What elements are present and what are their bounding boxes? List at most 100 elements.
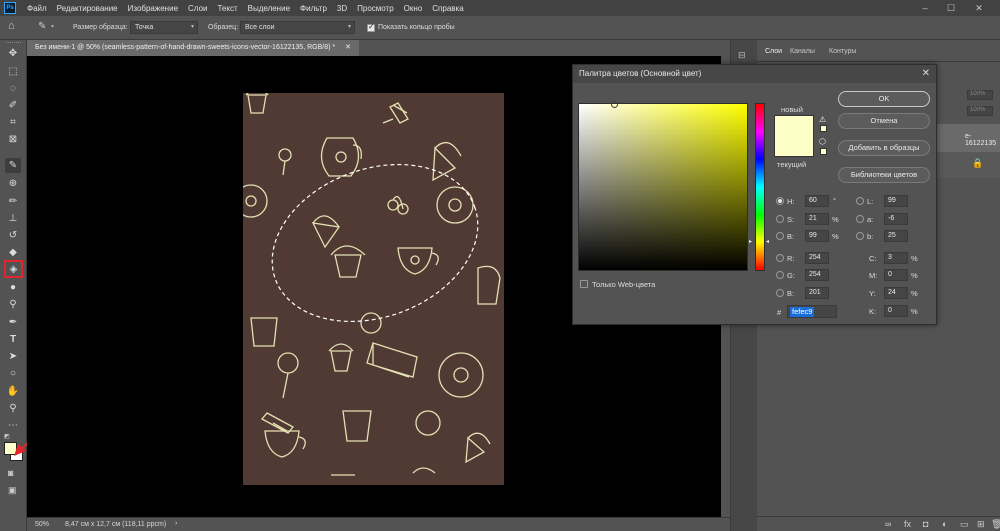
out-of-gamut-warning-icon[interactable]: ⚠ <box>819 115 826 124</box>
brush-tool-icon[interactable]: ✏ <box>5 194 21 209</box>
shape-tool-icon[interactable]: ○ <box>5 366 21 381</box>
hex-input[interactable]: fefec9 <box>787 305 837 318</box>
menu-layers[interactable]: Слои <box>183 4 212 13</box>
menu-type[interactable]: Текст <box>212 4 242 13</box>
menu-help[interactable]: Справка <box>427 4 468 13</box>
ok-button[interactable]: OK <box>838 91 930 107</box>
screen-mode-icon[interactable]: ▣ <box>8 485 17 496</box>
red-input[interactable]: 254 <box>805 252 829 264</box>
new-layer-icon[interactable]: ⊞ <box>977 519 985 530</box>
web-safe-cube-icon[interactable]: ⬡ <box>819 137 826 146</box>
close-icon[interactable]: ✕ <box>922 65 930 83</box>
only-web-colors-checkbox[interactable] <box>580 280 588 288</box>
hand-tool-icon[interactable]: ✋ <box>5 384 21 399</box>
adjustment-layer-icon[interactable]: ◐ <box>942 519 947 529</box>
crop-tool-icon[interactable]: ⌗ <box>5 115 21 130</box>
hue-left-arrow-icon[interactable]: ▸ <box>749 238 752 245</box>
artwork-sweets-pattern[interactable] <box>243 93 504 485</box>
frame-tool-icon[interactable]: ⊠ <box>5 132 21 147</box>
spot-heal-icon[interactable]: ⊕ <box>5 176 21 191</box>
zoom-level[interactable]: 50% <box>35 521 49 528</box>
document-tab[interactable]: Без имени-1 @ 50% (seamless-pattern-of-h… <box>27 40 359 56</box>
b-channel-input[interactable]: 25 <box>884 230 908 242</box>
sample-size-select[interactable]: Точка ▾ <box>130 21 198 34</box>
hue-input[interactable]: 60 <box>805 195 829 207</box>
toolbar-grip[interactable] <box>6 42 21 45</box>
lasso-tool-icon[interactable]: ◌ <box>5 81 21 96</box>
properties-panel-icon[interactable]: ⊟ <box>738 50 746 61</box>
link-layers-icon[interactable]: ∞ <box>885 519 891 529</box>
hue-right-arrow-icon[interactable]: ◂ <box>766 238 769 245</box>
clone-stamp-icon[interactable]: ⊥ <box>5 211 21 226</box>
tab-channels[interactable]: Каналы <box>790 48 815 55</box>
maximize-icon[interactable]: ☐ <box>940 0 962 16</box>
fx-icon[interactable]: fx <box>904 519 911 529</box>
menu-filter[interactable]: Фильтр <box>295 4 332 13</box>
home-icon[interactable]: ⌂ <box>8 20 15 32</box>
fill-field[interactable]: 100% <box>967 106 993 116</box>
black-input[interactable]: 0 <box>884 305 908 317</box>
brightness-radio[interactable] <box>776 232 784 240</box>
red-radio[interactable] <box>776 254 784 262</box>
minimize-icon[interactable]: – <box>914 0 936 16</box>
eyedropper-tool-icon[interactable]: ✎ <box>5 158 21 173</box>
color-picker-cursor[interactable] <box>611 101 618 108</box>
dodge-tool-icon[interactable]: ⚲ <box>5 297 21 312</box>
a-channel-input[interactable]: -6 <box>884 213 908 225</box>
menu-bar: Ps Файл Редактирование Изображение Слои … <box>0 0 1000 16</box>
chevron-down-icon[interactable]: ▾ <box>51 23 54 30</box>
tab-paths[interactable]: Контуры <box>829 48 856 55</box>
gamut-color-swatch[interactable] <box>820 125 827 132</box>
green-radio[interactable] <box>776 271 784 279</box>
close-tab-icon[interactable]: ✕ <box>345 44 351 51</box>
tab-layers[interactable]: Слои <box>765 48 782 55</box>
menu-3d[interactable]: 3D <box>332 4 352 13</box>
brightness-input[interactable]: 99 <box>805 230 829 242</box>
show-ring-checkbox[interactable] <box>367 22 375 32</box>
color-libraries-button[interactable]: Библиотеки цветов <box>838 167 930 183</box>
blue-radio[interactable] <box>776 289 784 297</box>
opacity-field[interactable]: 100% <box>967 90 993 100</box>
eraser-tool-icon[interactable]: ◆ <box>5 245 21 260</box>
paint-bucket-icon[interactable]: ◈ <box>4 260 23 278</box>
type-tool-icon[interactable]: T <box>5 332 21 347</box>
history-brush-icon[interactable]: ↺ <box>5 228 21 243</box>
path-select-icon[interactable]: ➤ <box>5 349 21 364</box>
menu-window[interactable]: Окно <box>399 4 428 13</box>
lightness-input[interactable]: 99 <box>884 195 908 207</box>
saturation-radio[interactable] <box>776 215 784 223</box>
trash-icon[interactable]: 🗑 <box>991 519 1000 530</box>
current-color-swatch[interactable] <box>774 136 814 157</box>
magenta-input[interactable]: 0 <box>884 269 908 281</box>
mask-icon[interactable]: ◘ <box>923 519 928 529</box>
cyan-input[interactable]: 3 <box>884 252 908 264</box>
menu-image[interactable]: Изображение <box>123 4 183 13</box>
marquee-tool-icon[interactable]: ⬚ <box>5 64 21 79</box>
lightness-radio[interactable] <box>856 197 864 205</box>
saturation-input[interactable]: 21 <box>805 213 829 225</box>
new-group-icon[interactable]: ▭ <box>960 519 969 530</box>
b-channel-radio[interactable] <box>856 232 864 240</box>
yellow-input[interactable]: 24 <box>884 287 908 299</box>
close-window-icon[interactable]: ✕ <box>968 0 990 16</box>
cancel-button[interactable]: Отмена <box>838 113 930 129</box>
menu-file[interactable]: Файл <box>22 4 52 13</box>
blur-tool-icon[interactable]: ● <box>5 280 21 295</box>
blue-input[interactable]: 201 <box>805 287 829 299</box>
status-arrow-icon[interactable]: › <box>175 520 177 527</box>
eyedropper-preset-icon[interactable]: ✎ <box>38 21 46 32</box>
menu-select[interactable]: Выделение <box>243 4 295 13</box>
quick-select-icon[interactable]: ✐ <box>5 98 21 113</box>
menu-edit[interactable]: Редактирование <box>52 4 123 13</box>
add-to-swatches-button[interactable]: Добавить в образцы <box>838 140 930 156</box>
pen-tool-icon[interactable]: ✒ <box>5 315 21 330</box>
a-channel-radio[interactable] <box>856 215 864 223</box>
saturation-brightness-field[interactable] <box>578 101 748 271</box>
move-tool-icon[interactable]: ✥ <box>5 46 21 61</box>
hue-radio[interactable] <box>776 197 784 205</box>
web-safe-swatch[interactable] <box>820 148 827 155</box>
sample-select[interactable]: Все слои ▾ <box>240 21 355 34</box>
green-input[interactable]: 254 <box>805 269 829 281</box>
menu-view[interactable]: Просмотр <box>352 4 399 13</box>
hue-slider[interactable] <box>755 103 765 271</box>
